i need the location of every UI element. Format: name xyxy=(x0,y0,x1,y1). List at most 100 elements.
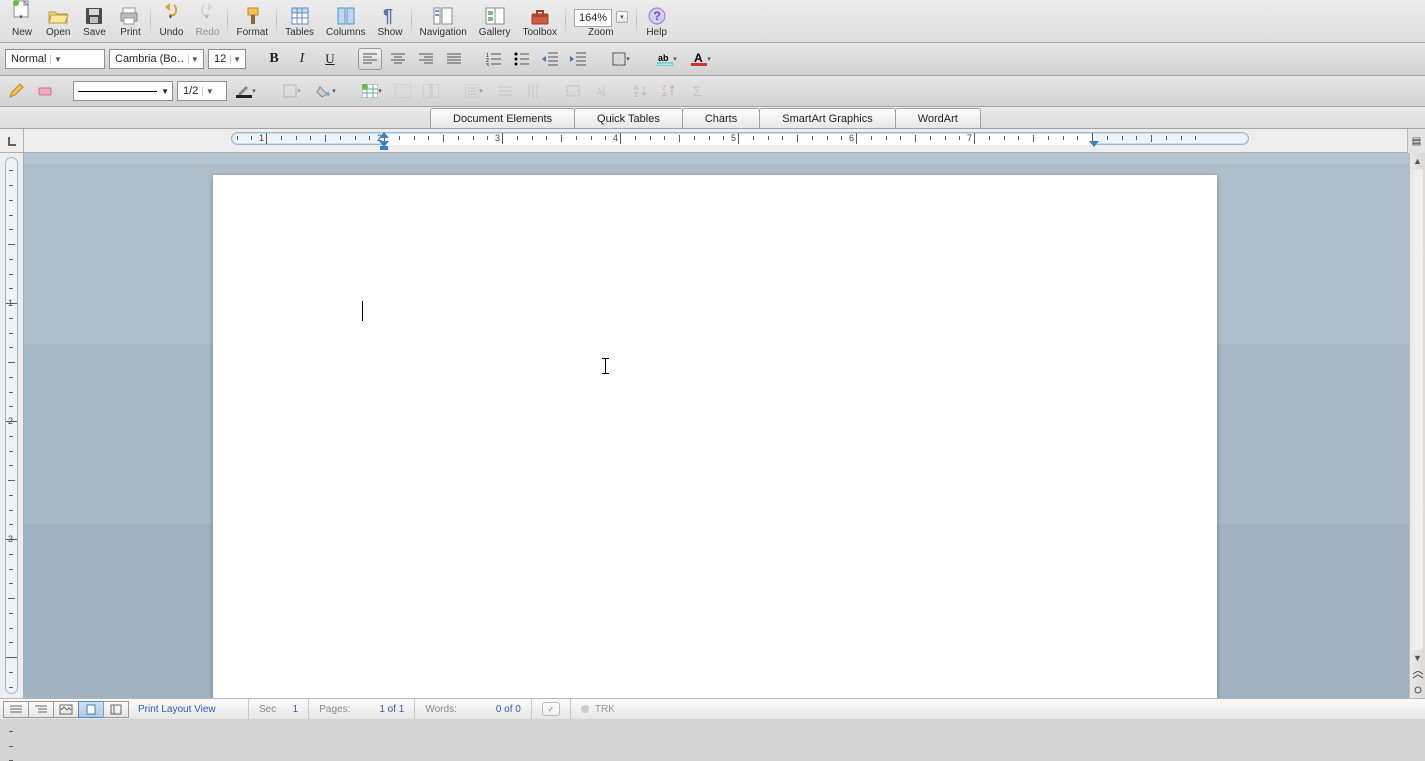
format-button[interactable]: Format xyxy=(232,0,272,42)
dropdown-arrow-icon[interactable]: ▾ xyxy=(252,87,256,95)
horizontal-ruler[interactable]: 1234567 xyxy=(24,129,1425,152)
section-indicator[interactable]: Sec1 xyxy=(248,699,308,719)
open-button[interactable]: Open xyxy=(42,0,74,42)
columns-button[interactable]: Columns xyxy=(322,0,369,42)
sort-desc-button: ZA xyxy=(657,80,681,102)
tab-quick-tables[interactable]: Quick Tables xyxy=(574,108,683,128)
dropdown-arrow-icon[interactable]: ▾ xyxy=(707,55,711,63)
columns-icon xyxy=(334,5,358,27)
draft-view-button[interactable] xyxy=(3,701,29,718)
save-button[interactable]: Save xyxy=(78,0,110,42)
navigation-button[interactable]: Navigation xyxy=(416,0,471,42)
distribute-cols-button xyxy=(521,80,545,102)
style-value: Normal xyxy=(11,53,46,65)
tables-button[interactable]: Tables xyxy=(281,0,318,42)
eraser-button[interactable] xyxy=(33,80,57,102)
insert-table-icon xyxy=(362,84,378,98)
line-style-combo[interactable]: ▼ xyxy=(73,81,173,101)
highlight-button[interactable]: ab ▾ xyxy=(652,48,682,70)
draw-table-button[interactable] xyxy=(5,80,29,102)
align-right-button[interactable] xyxy=(414,48,438,70)
words-indicator[interactable]: Words:0 of 0 xyxy=(414,699,531,719)
dropdown-arrow-icon[interactable]: ▾ xyxy=(332,87,336,95)
vertical-ruler[interactable]: 123 xyxy=(0,153,24,698)
tab-wordart[interactable]: WordArt xyxy=(895,108,981,128)
line-weight-combo[interactable]: 1/2▼ xyxy=(177,81,227,101)
underline-button[interactable]: U xyxy=(318,48,342,70)
show-button[interactable]: ¶ Show xyxy=(374,0,407,42)
font-combo[interactable]: Cambria (Bo…▼ xyxy=(109,49,204,69)
dropdown-arrow-icon[interactable]: ▼ xyxy=(161,87,169,96)
align-left-button[interactable] xyxy=(358,48,382,70)
trk-label: TRK xyxy=(595,704,615,715)
dropdown-arrow-icon[interactable]: ▼ xyxy=(188,55,201,64)
ribbon-collapse-button[interactable]: ▤ xyxy=(1407,129,1425,153)
publishing-view-button[interactable] xyxy=(53,701,79,718)
undo-button[interactable]: ▾ Undo xyxy=(155,0,187,42)
font-color-button[interactable]: A▾ xyxy=(686,48,716,70)
tab-left-icon xyxy=(6,135,18,147)
scroll-track[interactable] xyxy=(1412,169,1423,650)
vertical-scrollbar[interactable]: ▲ ▼ xyxy=(1409,153,1425,698)
increase-indent-button[interactable] xyxy=(566,48,590,70)
bold-button[interactable]: B xyxy=(262,48,286,70)
font-size-combo[interactable]: 12▼ xyxy=(208,49,246,69)
tab-document-elements[interactable]: Document Elements xyxy=(430,108,575,128)
print-layout-view-button[interactable] xyxy=(78,701,104,718)
bullet-list-button[interactable] xyxy=(510,48,534,70)
border-color-button[interactable]: ▾ xyxy=(231,80,261,102)
zoom-button[interactable]: 164% ▾ Zoom xyxy=(570,0,632,42)
style-combo[interactable]: Normal ▼ xyxy=(5,49,105,69)
underline-icon: U xyxy=(325,51,334,67)
right-indent-marker[interactable] xyxy=(1089,141,1099,147)
browse-prev-button[interactable] xyxy=(1410,668,1425,682)
undo-label: Undo xyxy=(160,28,184,40)
help-icon: ? xyxy=(645,5,669,27)
tab-selector[interactable] xyxy=(0,129,24,152)
zoom-value[interactable]: 164% xyxy=(574,9,612,27)
numbered-list-button[interactable]: 123 xyxy=(482,48,506,70)
scroll-up-arrow[interactable]: ▲ xyxy=(1410,153,1425,169)
insert-table-button[interactable]: ▾ xyxy=(357,80,387,102)
zoom-dropdown-icon[interactable]: ▾ xyxy=(616,11,628,23)
numbered-list-icon: 123 xyxy=(486,52,502,66)
dropdown-arrow-icon[interactable]: ▾ xyxy=(673,55,677,63)
align-center-button[interactable] xyxy=(386,48,410,70)
track-changes-button[interactable]: TRK xyxy=(570,699,625,719)
align-justify-button[interactable] xyxy=(442,48,466,70)
document-canvas[interactable] xyxy=(24,153,1409,698)
dropdown-arrow-icon[interactable]: ▾ xyxy=(19,13,23,21)
decrease-indent-button[interactable] xyxy=(538,48,562,70)
gallery-button[interactable]: Gallery xyxy=(475,0,515,42)
help-button[interactable]: ? Help xyxy=(641,0,673,42)
print-button[interactable]: Print xyxy=(114,0,146,42)
align-center-icon xyxy=(391,53,405,65)
first-line-indent-marker[interactable] xyxy=(379,132,389,138)
outline-view-button[interactable] xyxy=(28,701,54,718)
shading-button[interactable]: ▾ xyxy=(311,80,341,102)
help-label: Help xyxy=(646,28,667,40)
page[interactable] xyxy=(213,175,1217,698)
fill-bucket-icon xyxy=(316,84,332,98)
formatting-toolbar: Normal ▼ Cambria (Bo…▼ 12▼ B I U 123 ▾ ab… xyxy=(0,43,1425,76)
borders-button[interactable]: ▾ xyxy=(606,48,636,70)
dropdown-arrow-icon[interactable]: ▼ xyxy=(50,55,64,64)
left-indent-marker[interactable] xyxy=(380,146,388,150)
pages-indicator[interactable]: Pages:1 of 1 xyxy=(308,699,414,719)
dropdown-arrow-icon[interactable]: ▾ xyxy=(626,55,630,63)
toolbox-button[interactable]: Toolbox xyxy=(518,0,560,42)
spell-check-button[interactable]: ✓ xyxy=(531,699,570,719)
scroll-down-arrow[interactable]: ▼ xyxy=(1410,650,1425,666)
browse-object-button[interactable] xyxy=(1410,682,1425,698)
notebook-view-button[interactable] xyxy=(103,701,129,718)
dropdown-arrow-icon[interactable]: ▼ xyxy=(230,55,243,64)
dropdown-arrow-icon[interactable]: ▾ xyxy=(378,87,382,95)
svg-text:A: A xyxy=(662,92,667,98)
tab-charts[interactable]: Charts xyxy=(682,108,760,128)
dropdown-arrow-icon[interactable]: ▾ xyxy=(169,13,173,21)
svg-text:ab: ab xyxy=(658,53,669,63)
new-button[interactable]: ▾ New xyxy=(6,0,38,42)
tab-smartart[interactable]: SmartArt Graphics xyxy=(759,108,895,128)
italic-button[interactable]: I xyxy=(290,48,314,70)
dropdown-arrow-icon[interactable]: ▼ xyxy=(202,87,216,96)
